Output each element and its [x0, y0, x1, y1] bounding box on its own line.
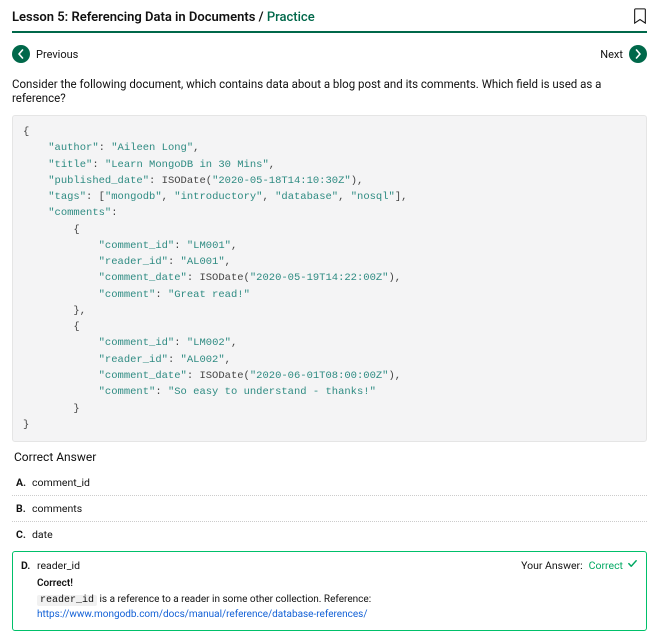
lesson-label: Lesson 5: Referencing Data in Documents: [12, 10, 255, 25]
answer-option-c[interactable]: C. date: [12, 521, 647, 547]
status-text: Correct: [589, 559, 623, 572]
answer-option-d-correct: D. reader_id Your Answer: Correct Correc…: [12, 551, 647, 631]
answer-d-row[interactable]: D. reader_id: [21, 559, 80, 572]
check-icon: [627, 558, 638, 572]
explanation-link[interactable]: https://www.mongodb.com/docs/manual/refe…: [37, 609, 367, 620]
answer-text: comments: [32, 502, 82, 515]
bookmark-icon[interactable]: [633, 8, 647, 27]
code-block: { "author": "Aileen Long", "title": "Lea…: [12, 115, 647, 442]
explanation-code: reader_id: [37, 595, 97, 606]
previous-button[interactable]: Previous: [12, 45, 78, 63]
answer-text: comment_id: [32, 476, 90, 489]
answer-letter: C.: [16, 528, 32, 541]
next-label: Next: [600, 48, 623, 61]
answer-text: date: [32, 528, 53, 541]
section-label: Practice: [267, 10, 315, 25]
your-answer-status: Your Answer: Correct: [521, 558, 638, 572]
answer-option-b[interactable]: B. comments: [12, 495, 647, 521]
answer-letter: D.: [21, 559, 37, 572]
answer-text: reader_id: [37, 559, 80, 572]
answer-option-a[interactable]: A. comment_id: [12, 470, 647, 495]
your-answer-label: Your Answer:: [521, 559, 583, 572]
explanation-text: reader_id is a reference to a reader in …: [37, 593, 638, 622]
question-text: Consider the following document, which c…: [12, 77, 647, 105]
next-button[interactable]: Next: [600, 45, 647, 63]
lesson-header: Lesson 5: Referencing Data in Documents …: [12, 8, 647, 33]
chevron-left-icon: [12, 45, 30, 63]
answer-letter: A.: [16, 476, 32, 489]
correct-answer-heading: Correct Answer: [14, 450, 647, 464]
lesson-nav: Previous Next: [12, 45, 647, 63]
explanation-body: is a reference to a reader in some other…: [97, 594, 371, 605]
previous-label: Previous: [36, 48, 78, 61]
lesson-separator: /: [255, 10, 266, 25]
answer-list: A. comment_id B. comments C. date: [12, 470, 647, 547]
lesson-title: Lesson 5: Referencing Data in Documents …: [12, 10, 315, 25]
answer-letter: B.: [16, 502, 32, 515]
chevron-right-icon: [629, 45, 647, 63]
explanation-title: Correct!: [37, 578, 638, 589]
